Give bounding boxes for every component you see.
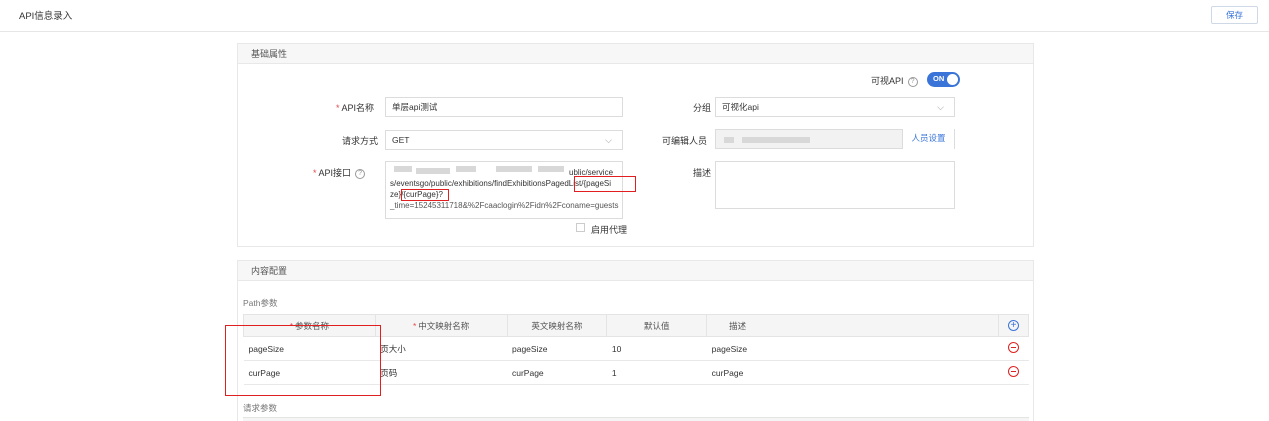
visual-api-label: 可视API? — [871, 74, 918, 87]
api-endpoint-label: * API接口? — [313, 166, 366, 179]
editor-label: 可编辑人员 — [662, 136, 708, 146]
redacted-text — [416, 168, 450, 174]
cn-name-cell[interactable]: 页大小 — [375, 336, 507, 361]
toggle-on-text: ON — [933, 74, 945, 83]
proxy-checkbox[interactable] — [576, 223, 585, 232]
remove-cell — [998, 360, 1029, 385]
column-header: 描述 — [706, 314, 1000, 337]
endpoint-line-4: _time=15245311718&%2Fcaaclogin%2Fidn%2Fc… — [390, 201, 619, 210]
group-select[interactable]: 可视化api ⌵ — [715, 97, 955, 117]
column-header: 英文映射名称 — [506, 314, 608, 337]
method-label: 请求方式 — [342, 136, 379, 146]
column-header: 默认值 — [606, 314, 708, 337]
default-cell[interactable]: 10 — [606, 336, 707, 361]
content-config-header: 内容配置 — [238, 261, 1033, 281]
method-select[interactable]: GET ⌵ — [385, 130, 623, 150]
proxy-label: 启用代理 — [591, 225, 628, 235]
redacted-text — [724, 137, 734, 143]
desc-cell[interactable]: curPage — [706, 360, 999, 385]
highlight-box — [225, 325, 381, 396]
api-name-input[interactable]: 单层api测试 — [385, 97, 623, 117]
en-name-cell[interactable]: pageSize — [507, 336, 607, 361]
default-cell[interactable]: 1 — [606, 360, 707, 385]
cn-name-cell[interactable]: 页码 — [375, 360, 507, 385]
description-label: 描述 — [693, 168, 712, 178]
group-label: 分组 — [693, 103, 712, 113]
basic-properties-panel: 基础属性 可视API? ON * API名称 单层api测试 分组 可视化api ⌵… — [237, 43, 1034, 247]
help-icon[interactable]: ? — [907, 76, 918, 87]
description-textarea[interactable] — [715, 161, 955, 209]
query-params-label: 请求参数 — [243, 403, 278, 413]
visual-api-toggle[interactable]: ON — [927, 72, 960, 87]
page-title: API信息录入 — [19, 11, 73, 22]
en-name-cell[interactable]: curPage — [507, 360, 607, 385]
editor-settings-button[interactable]: 人员设置 — [902, 129, 954, 149]
highlight-box — [574, 176, 636, 192]
api-name-label: * API名称 — [336, 103, 375, 113]
help-icon[interactable]: ? — [355, 168, 366, 179]
plus-circle-icon[interactable]: + — [1008, 320, 1020, 331]
column-header: * 中文映射名称 — [374, 314, 508, 337]
redacted-text — [456, 166, 476, 172]
chevron-down-icon: ⌵ — [605, 135, 612, 145]
path-params-label: Path参数 — [243, 298, 278, 308]
remove-cell — [998, 336, 1029, 361]
query-params-table-top — [243, 417, 1029, 421]
chevron-down-icon: ⌵ — [937, 102, 944, 112]
save-button[interactable]: 保存 — [1211, 6, 1258, 24]
minus-circle-icon[interactable] — [1008, 342, 1020, 353]
toggle-knob — [947, 74, 958, 85]
redacted-text — [538, 166, 564, 172]
basic-properties-header: 基础属性 — [238, 44, 1033, 64]
highlight-box — [401, 189, 449, 201]
redacted-text — [394, 166, 412, 172]
redacted-text — [742, 137, 810, 143]
top-bar: API信息录入 保存 — [0, 0, 1269, 32]
add-row-cell: + — [998, 314, 1029, 337]
minus-circle-icon[interactable] — [1008, 366, 1020, 377]
redacted-text — [496, 166, 532, 172]
editor-field: 人员设置 — [715, 129, 955, 149]
desc-cell[interactable]: pageSize — [706, 336, 999, 361]
